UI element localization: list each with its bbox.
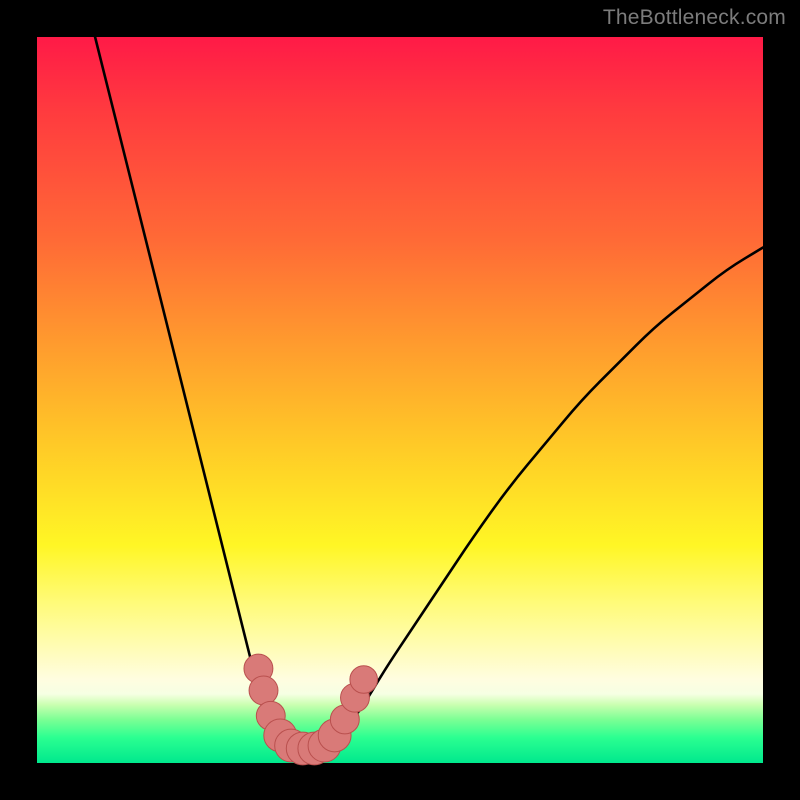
bottleneck-curve <box>37 37 763 763</box>
curve-marker <box>249 676 278 705</box>
plot-area <box>37 37 763 763</box>
chart-frame: TheBottleneck.com <box>0 0 800 800</box>
curve-path <box>95 37 763 748</box>
watermark-text: TheBottleneck.com <box>603 6 786 30</box>
curve-marker <box>350 666 378 694</box>
